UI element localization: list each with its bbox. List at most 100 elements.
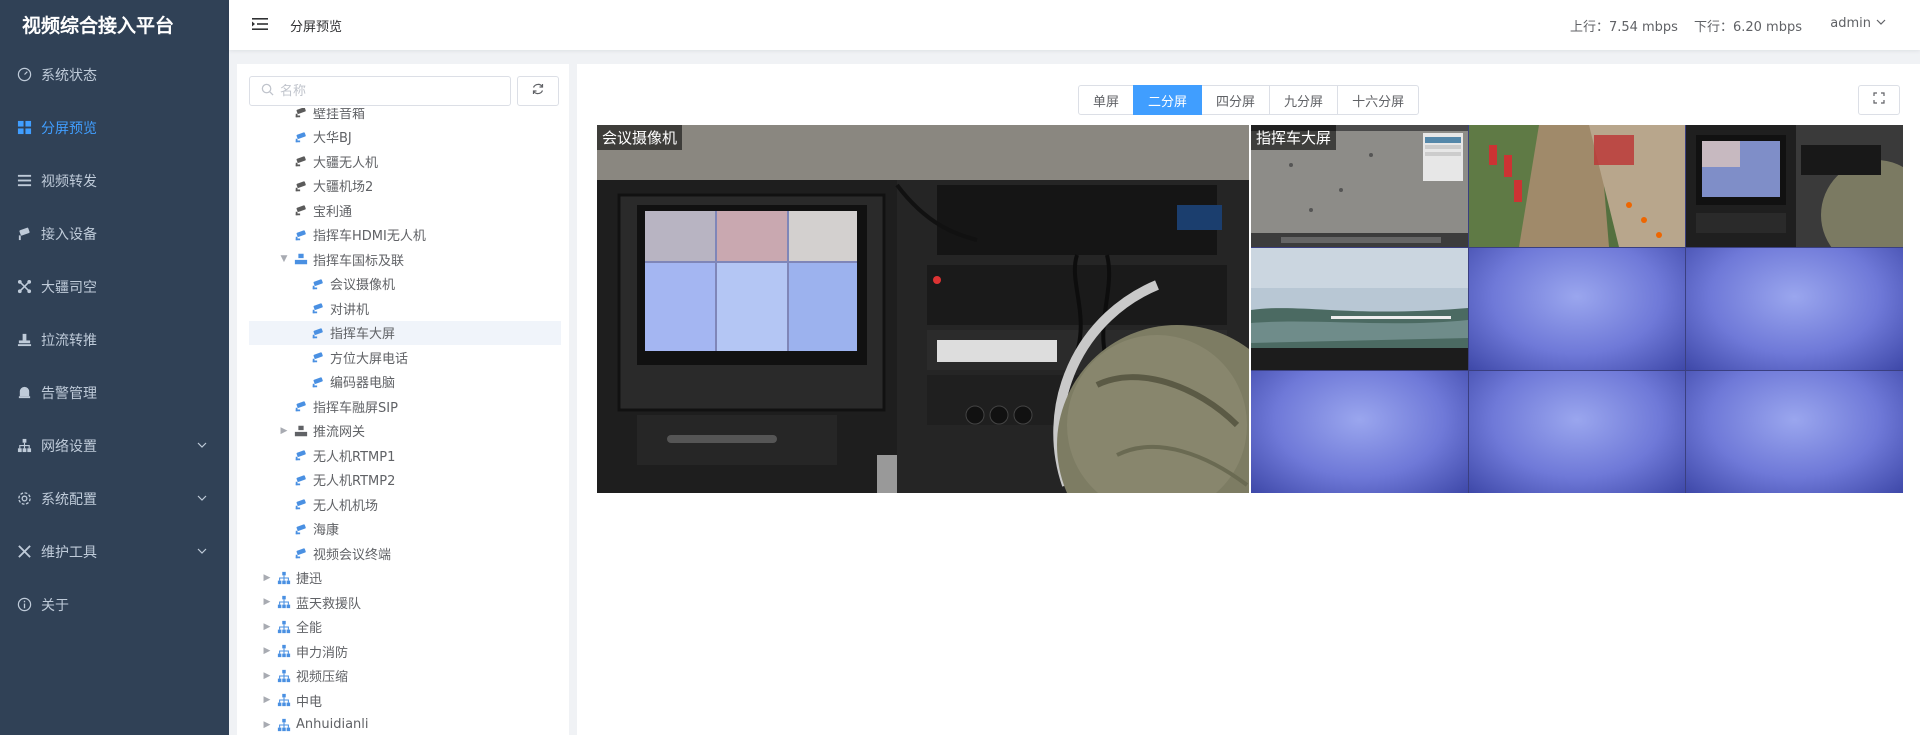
app-title: 视频综合接入平台 — [22, 14, 175, 37]
tree-node-label: 申力消防 — [296, 645, 349, 661]
tree-node[interactable]: 视频会议终端 — [249, 541, 561, 566]
tree-node[interactable]: 无人机RTMP1 — [249, 443, 561, 468]
sub-screen-3[interactable] — [1686, 125, 1903, 247]
hamburger-icon[interactable] — [251, 15, 269, 33]
sub-screen-8[interactable] — [1468, 371, 1686, 493]
tree-node-label: 全能 — [296, 621, 323, 637]
caret-right-icon[interactable]: ▶ — [261, 695, 273, 705]
sidebar-item-label: 视频转发 — [41, 173, 97, 190]
sidebar-item-2[interactable]: 视频转发 — [0, 154, 229, 207]
tree-node[interactable]: 指挥车HDMI无人机 — [249, 223, 561, 248]
tree-node-label: 大疆无人机 — [313, 155, 379, 171]
sidebar-item-9[interactable]: 维护工具 — [0, 525, 229, 578]
video-screen-left[interactable]: 会议摄像机 — [597, 125, 1249, 493]
tree-node-label: 方位大屏电话 — [330, 351, 409, 367]
split-mode-button-0[interactable]: 单屏 — [1078, 85, 1135, 115]
tree-search-input[interactable] — [280, 83, 500, 99]
tree-node-label: 会议摄像机 — [330, 278, 396, 294]
video-screen-right[interactable]: 指挥车大屏 — [1251, 125, 1903, 493]
tree-node[interactable]: ▶ 蓝天救援队 — [249, 590, 561, 615]
tree-node-label: 无人机机场 — [313, 498, 379, 514]
split-mode-button-2[interactable]: 四分屏 — [1201, 85, 1271, 115]
tree-node-label: 指挥车国标及联 — [313, 253, 405, 269]
tree-node-label: 指挥车融屏SIP — [313, 400, 398, 416]
tree-node[interactable]: 对讲机 — [249, 296, 561, 321]
caret-right-icon[interactable]: ▶ — [261, 671, 273, 681]
tree-node[interactable]: 方位大屏电话 — [249, 345, 561, 370]
camera-icon — [311, 277, 325, 291]
camera-icon — [294, 522, 308, 536]
split-mode-button-1[interactable]: 二分屏 — [1133, 85, 1203, 115]
tree-node[interactable]: 无人机机场 — [249, 492, 561, 517]
screen-label-left: 会议摄像机 — [597, 125, 683, 150]
camera-offline-icon — [294, 179, 308, 193]
sidebar-item-5[interactable]: 拉流转推 — [0, 313, 229, 366]
caret-right-icon[interactable]: ▶ — [261, 573, 273, 583]
camera-icon — [311, 350, 325, 364]
sub-screen-9[interactable] — [1686, 371, 1903, 493]
user-menu[interactable]: admin — [1830, 16, 1886, 31]
sub-screen-grid — [1251, 125, 1903, 493]
tree-node[interactable]: 指挥车大屏 — [249, 320, 561, 345]
network-icon — [16, 438, 32, 454]
tree-node[interactable]: 宝利通 — [249, 198, 561, 223]
camera-icon — [311, 326, 325, 340]
sidebar-item-10[interactable]: 关于 — [0, 578, 229, 631]
refresh-button[interactable] — [517, 76, 559, 106]
tree-node[interactable]: ▶ 全能 — [249, 615, 561, 640]
tree-node[interactable]: 大疆机场2 — [249, 174, 561, 199]
tree-node[interactable]: 无人机RTMP2 — [249, 468, 561, 493]
sidebar-item-3[interactable]: 接入设备 — [0, 207, 229, 260]
sidebar-item-label: 拉流转推 — [41, 332, 97, 349]
split-mode-button-4[interactable]: 十六分屏 — [1337, 85, 1420, 115]
sub-screen-2[interactable] — [1468, 125, 1686, 247]
tree-node[interactable]: 会议摄像机 — [249, 272, 561, 297]
caret-down-icon[interactable]: ▼ — [278, 254, 290, 264]
info-icon — [16, 597, 32, 613]
camera-icon — [16, 226, 32, 242]
sidebar-item-label: 关于 — [41, 597, 69, 614]
sidebar-item-8[interactable]: 系统配置 — [0, 472, 229, 525]
tree-node[interactable]: ▶ 中电 — [249, 688, 561, 713]
sidebar-item-7[interactable]: 网络设置 — [0, 419, 229, 472]
tree-node[interactable]: 编码器电脑 — [249, 370, 561, 395]
sub-screen-5[interactable] — [1468, 248, 1686, 370]
sidebar: 视频综合接入平台 系统状态分屏预览视频转发接入设备 大疆司空拉流转推告警管理 网络设… — [0, 0, 229, 735]
sidebar-item-label: 维护工具 — [41, 544, 97, 561]
camera-icon — [294, 546, 308, 560]
sub-screen-6[interactable] — [1686, 248, 1903, 370]
sidebar-item-0[interactable]: 系统状态 — [0, 48, 229, 101]
fullscreen-button[interactable] — [1858, 85, 1900, 115]
sidebar-item-label: 分屏预览 — [41, 120, 97, 137]
gateway-icon — [294, 424, 308, 438]
tree-node[interactable]: ▶ 推流网关 — [249, 419, 561, 444]
sub-screen-4[interactable] — [1251, 248, 1468, 370]
tree-node[interactable]: 海康 — [249, 517, 561, 542]
tree-node[interactable]: ▶ 捷迅 — [249, 566, 561, 591]
sidebar-item-1[interactable]: 分屏预览 — [0, 101, 229, 154]
caret-right-icon[interactable]: ▶ — [278, 426, 290, 436]
device-tree-panel: 壁挂音箱 大华BJ 大疆无人机 大疆机场2 宝利通 指挥车HDMI无人机 ▼ 指挥车国标及联会… — [237, 64, 569, 735]
split-mode-button-3[interactable]: 九分屏 — [1269, 85, 1339, 115]
stream-icon — [16, 332, 32, 348]
tree-node[interactable]: ▶ 申力消防 — [249, 639, 561, 664]
sub-screen-7[interactable] — [1251, 371, 1468, 493]
tree-node[interactable]: 指挥车融屏SIP — [249, 394, 561, 419]
tools-icon — [16, 544, 32, 560]
sidebar-item-4[interactable]: 大疆司空 — [0, 260, 229, 313]
tree-node[interactable]: 大疆无人机 — [249, 149, 561, 174]
tree-node[interactable]: ▶ 视频压缩 — [249, 664, 561, 689]
tree-node[interactable]: 大华BJ — [249, 125, 561, 150]
camera-feed-image — [597, 125, 1249, 493]
breadcrumb: 分屏预览 — [290, 20, 343, 35]
tree-node[interactable]: ▶ Anhuidianli — [249, 713, 561, 735]
tree-node[interactable]: ▼ 指挥车国标及联 — [249, 247, 561, 272]
caret-right-icon[interactable]: ▶ — [261, 597, 273, 607]
sidebar-item-6[interactable]: 告警管理 — [0, 366, 229, 419]
sidebar-item-label: 系统状态 — [41, 67, 97, 84]
camera-icon — [294, 448, 308, 462]
caret-right-icon[interactable]: ▶ — [261, 720, 273, 730]
caret-right-icon[interactable]: ▶ — [261, 622, 273, 632]
caret-right-icon[interactable]: ▶ — [261, 646, 273, 656]
grid-icon — [16, 120, 32, 136]
